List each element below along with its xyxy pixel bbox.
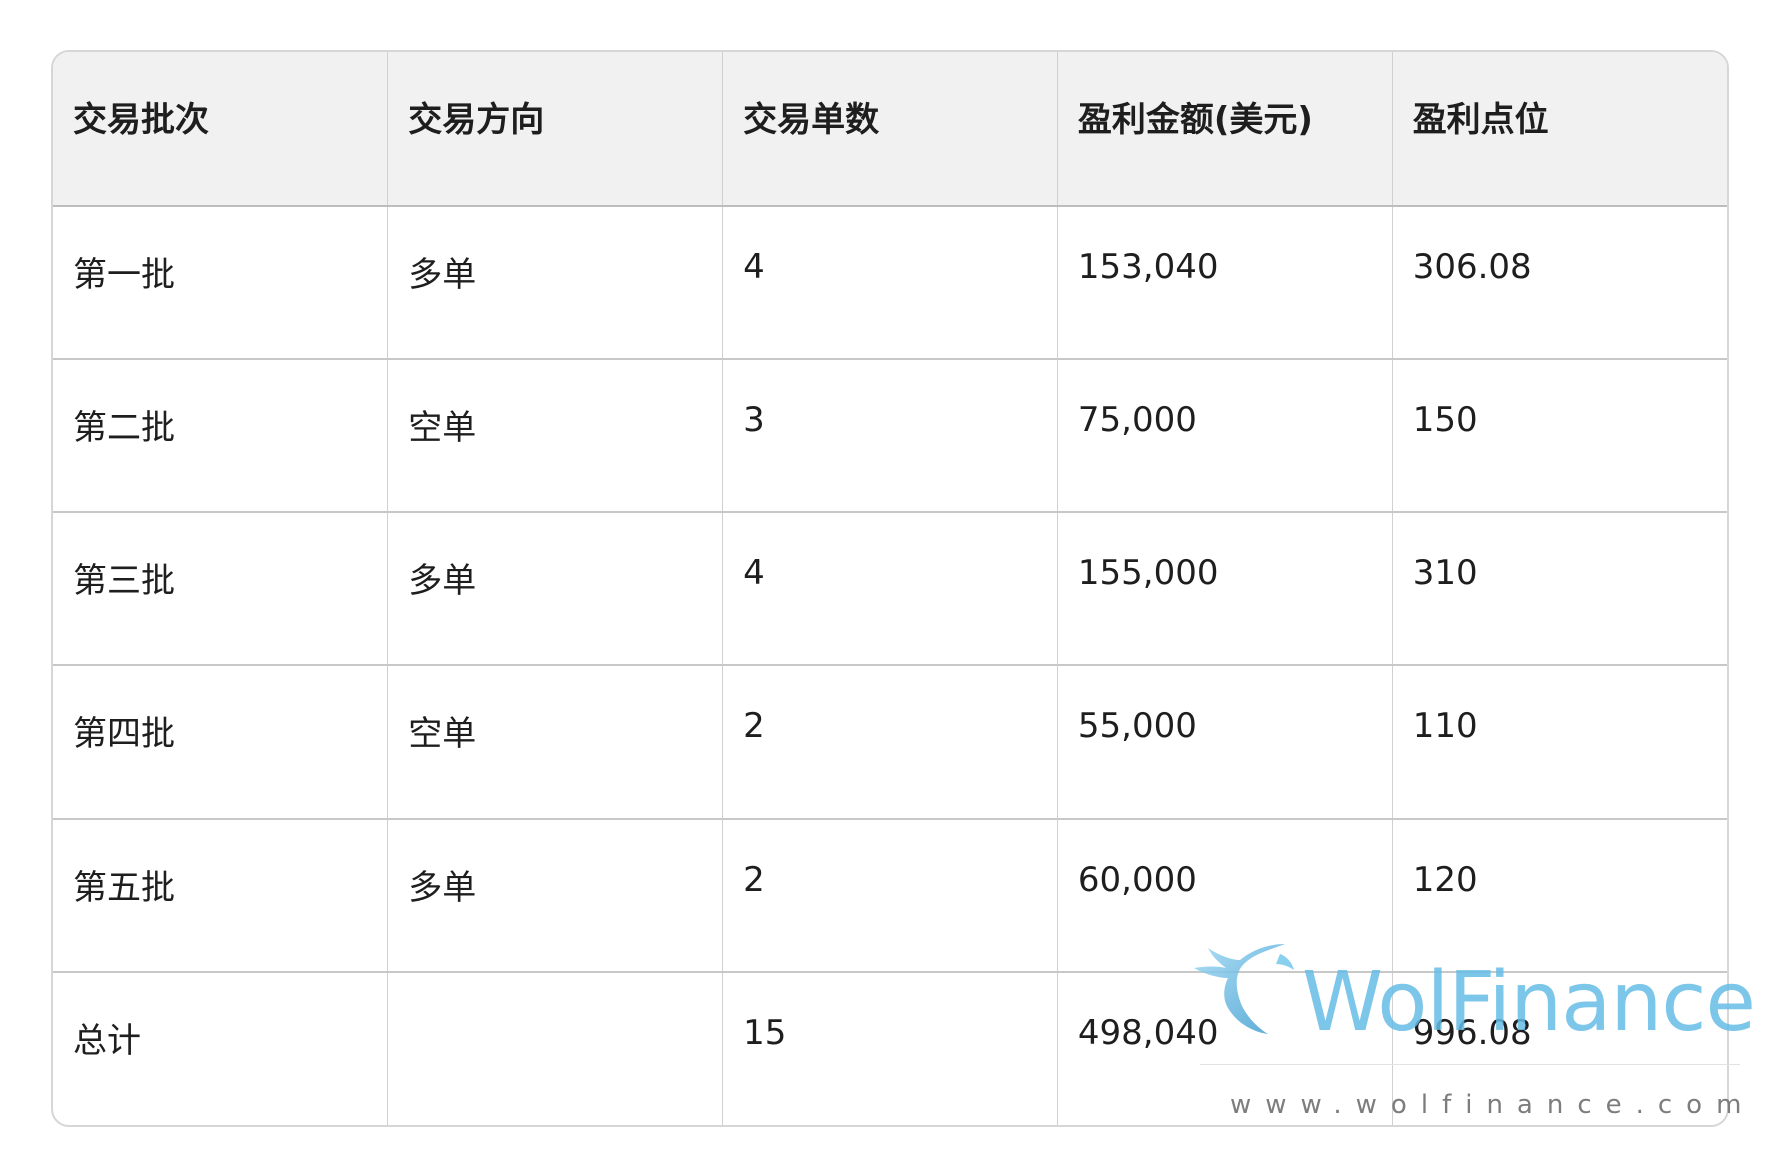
cell-order-count: 3 (722, 358, 1058, 513)
header-profit-points: 盈利点位 (1391, 52, 1727, 207)
cell-profit-amount: 153,040 (1056, 206, 1393, 360)
cell-profit-points: 150 (1391, 358, 1727, 513)
cell-order-count: 4 (722, 511, 1058, 666)
cell-direction: 空单 (387, 358, 723, 513)
cell-batch: 第三批 (53, 511, 388, 666)
data-table-container: 交易批次 交易方向 交易单数 盈利金额(美元) 盈利点位 第一批 多单 4 15… (51, 50, 1729, 1127)
table-row: 第二批 空单 3 75,000 150 (53, 358, 1727, 513)
cell-direction: 空单 (387, 664, 723, 819)
cell-profit-points: 996.08 (1391, 970, 1727, 1125)
cell-batch: 第四批 (53, 664, 388, 819)
header-profit-amount: 盈利金额(美元) (1056, 52, 1393, 207)
cell-order-count: 15 (722, 970, 1058, 1125)
header-order-count: 交易单数 (722, 52, 1058, 207)
cell-direction: 多单 (387, 206, 723, 360)
cell-profit-amount: 155,000 (1056, 511, 1393, 666)
cell-batch: 第一批 (73, 255, 175, 295)
cell-profit-amount: 498,040 (1056, 970, 1393, 1125)
cell-profit-amount: 55,000 (1056, 664, 1393, 819)
cell-profit-amount: 60,000 (1056, 817, 1393, 972)
table-body: 第一批 多单 4 153,040 306.08 第二批 空单 3 75,000 … (53, 206, 1727, 1125)
header-row: 交易批次 交易方向 交易单数 盈利金额(美元) 盈利点位 (53, 52, 1727, 207)
header-direction: 交易方向 (387, 52, 723, 207)
cell-profit-amount: 75,000 (1056, 358, 1393, 513)
cell-batch: 第二批 (53, 358, 388, 513)
table-row: 第一批 多单 4 153,040 306.08 (53, 206, 1727, 360)
cell-batch: 第五批 (53, 817, 388, 972)
table-total-row: 总计 15 498,040 996.08 (53, 970, 1727, 1125)
table-row: 第五批 多单 2 60,000 120 (53, 817, 1727, 972)
table-row: 第四批 空单 2 55,000 110 (53, 664, 1727, 819)
cell-order-count: 4 (722, 206, 1058, 360)
cell-order-count: 2 (722, 664, 1058, 819)
header-batch: 交易批次 (53, 52, 388, 207)
cell-profit-points: 120 (1391, 817, 1727, 972)
cell-direction: 多单 (387, 511, 723, 666)
cell-batch: 总计 (53, 970, 388, 1125)
cell-direction: 多单 (387, 817, 723, 972)
cell-direction (387, 970, 723, 1125)
cell-profit-points: 306.08 (1391, 206, 1727, 360)
table-header: 交易批次 交易方向 交易单数 盈利金额(美元) 盈利点位 (53, 52, 1727, 207)
table-row: 第三批 多单 4 155,000 310 (53, 511, 1727, 666)
cell-profit-points: 110 (1391, 664, 1727, 819)
cell-profit-points: 310 (1391, 511, 1727, 666)
cell-order-count: 2 (722, 817, 1058, 972)
trade-profit-table: 交易批次 交易方向 交易单数 盈利金额(美元) 盈利点位 第一批 多单 4 15… (53, 52, 1727, 1125)
